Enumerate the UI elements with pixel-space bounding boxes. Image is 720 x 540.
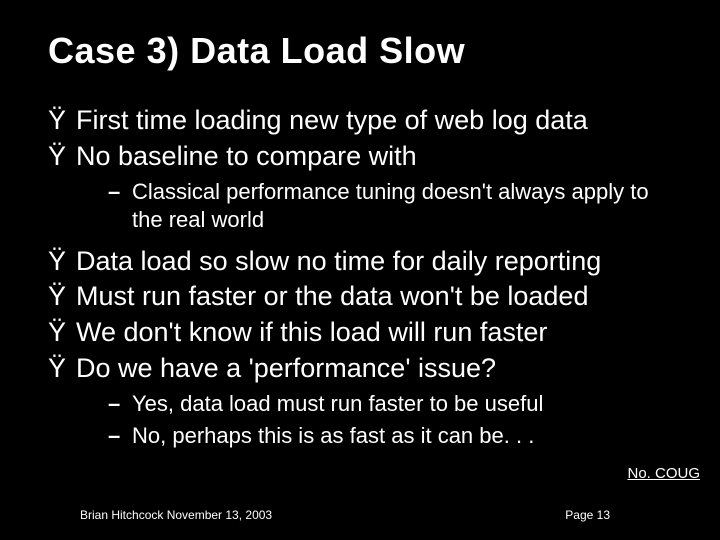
footer-org: No. COUG — [627, 465, 700, 482]
slide-title: Case 3) Data Load Slow — [48, 30, 465, 72]
slide-body: Ÿ First time loading new type of web log… — [48, 104, 672, 455]
dash-icon: – — [108, 178, 132, 207]
dash-icon: – — [108, 390, 132, 419]
slide: Case 3) Data Load Slow Ÿ First time load… — [0, 0, 720, 540]
bullet-icon: Ÿ — [48, 316, 76, 350]
bullet-text: Do we have a 'performance' issue? — [76, 352, 496, 386]
bullet-icon: Ÿ — [48, 245, 76, 279]
bullet-item: Ÿ First time loading new type of web log… — [48, 104, 672, 138]
footer-bar — [0, 464, 720, 484]
sub-bullet-text: Classical performance tuning doesn't alw… — [132, 178, 672, 235]
bullet-item: Ÿ Must run faster or the data won't be l… — [48, 280, 672, 314]
sub-bullet-item: – Classical performance tuning doesn't a… — [108, 178, 672, 235]
bullet-icon: Ÿ — [48, 352, 76, 386]
footer-page: Page 13 — [565, 508, 610, 522]
bullet-icon: Ÿ — [48, 140, 76, 174]
sub-bullet-item: – Yes, data load must run faster to be u… — [108, 390, 672, 419]
bullet-item: Ÿ Do we have a 'performance' issue? — [48, 352, 672, 386]
bullet-item: Ÿ No baseline to compare with — [48, 140, 672, 174]
sub-bullet-text: No, perhaps this is as fast as it can be… — [132, 422, 534, 451]
bullet-text: We don't know if this load will run fast… — [76, 316, 547, 350]
sub-bullet-item: – No, perhaps this is as fast as it can … — [108, 422, 672, 451]
bullet-text: First time loading new type of web log d… — [76, 104, 588, 138]
bullet-text: No baseline to compare with — [76, 140, 417, 174]
bullet-icon: Ÿ — [48, 104, 76, 138]
bullet-text: Must run faster or the data won't be loa… — [76, 280, 588, 314]
bullet-item: Ÿ Data load so slow no time for daily re… — [48, 245, 672, 279]
footer-author: Brian Hitchcock November 13, 2003 — [80, 508, 272, 522]
bullet-item: Ÿ We don't know if this load will run fa… — [48, 316, 672, 350]
bullet-text: Data load so slow no time for daily repo… — [76, 245, 601, 279]
dash-icon: – — [108, 422, 132, 451]
sub-bullet-text: Yes, data load must run faster to be use… — [132, 390, 543, 419]
bullet-icon: Ÿ — [48, 280, 76, 314]
